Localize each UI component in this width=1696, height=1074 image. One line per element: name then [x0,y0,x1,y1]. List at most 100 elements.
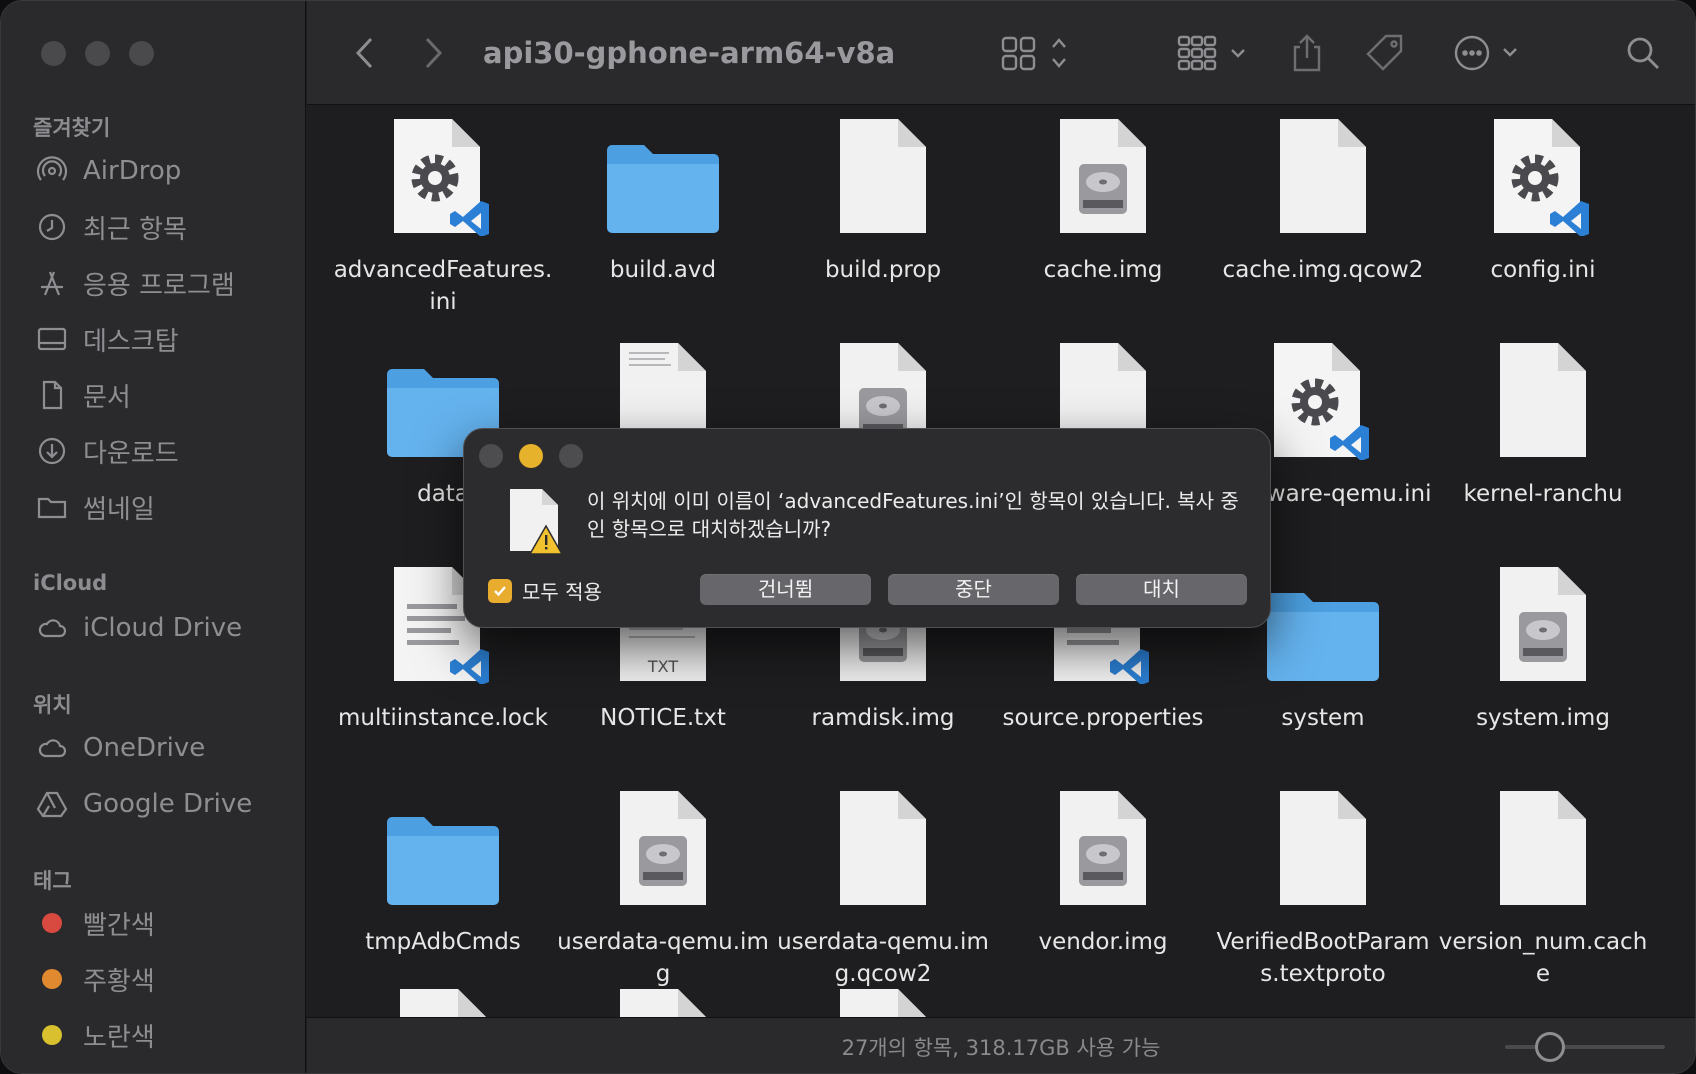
sidebar-item-recents[interactable]: 최근 항목 [35,207,187,247]
sidebar-item-label: 데스크탑 [83,326,179,357]
file-name: build.avd [609,257,717,283]
folder-item[interactable]: tmpAdbCmds [333,778,553,958]
file-item[interactable]: system.img [1433,554,1653,734]
download-icon [35,434,69,468]
file-item[interactable]: cache.img [993,106,1213,286]
file-disk-icon [993,778,1213,908]
slider-knob[interactable] [1535,1032,1565,1062]
file-blank-icon [773,106,993,236]
sidebar-item-desktop[interactable]: 데스크탑 [35,319,179,359]
sidebar-item-tag-orange[interactable]: 주황색 [35,959,155,999]
skip-button[interactable]: 건너뜀 [700,574,871,605]
sidebar-item-label: 주황색 [83,966,155,997]
dialog-minimize-button[interactable] [519,444,543,468]
tag-orange-dot [42,969,62,989]
file-item[interactable]: kernel-ranchu [1433,330,1653,510]
file-item[interactable]: advancedFeatures.ini [333,106,553,318]
sidebar-item-tag-red[interactable]: 빨간색 [35,903,155,943]
share-button[interactable] [1287,31,1327,75]
sidebar-item-airdrop[interactable]: AirDrop [35,151,181,191]
airdrop-icon [35,154,69,188]
replace-dialog: 이 위치에 이미 이름이 ‘advancedFeatures.ini’인 항목이… [463,428,1271,628]
sidebar-item-label: AirDrop [83,156,182,186]
file-settings-vscode-icon [1433,106,1653,236]
replace-button[interactable]: 대치 [1076,574,1247,605]
file-item[interactable]: cache.img.qcow2 [1213,106,1433,286]
file-item[interactable]: build.prop [773,106,993,286]
folder-icon [333,778,553,908]
file-item[interactable]: config.ini [1433,106,1653,286]
folder-icon [553,106,773,236]
icloud-header: iCloud [33,571,108,595]
file-item[interactable] [333,976,553,1017]
file-blank-icon [1213,778,1433,908]
forward-button[interactable] [415,31,451,75]
share-icon [1293,34,1321,72]
zoom-window-button[interactable] [129,41,154,66]
applications-icon [35,266,69,300]
sidebar-item-label: 문서 [83,382,131,413]
drive-icon [35,787,69,821]
file-name: config.ini [1490,257,1596,283]
sidebar-item-tag-yellow[interactable]: 노란색 [35,1015,155,1055]
sidebar-item-documents[interactable]: 문서 [35,375,131,415]
sidebar-item-label: 빨간색 [83,910,155,941]
file-blank-icon [1433,778,1653,908]
file-item[interactable]: version_num.cache [1433,778,1653,990]
group-by-button[interactable] [1177,31,1253,75]
dialog-message: 이 위치에 이미 이름이 ‘advancedFeatures.ini’인 항목이… [587,489,1239,541]
apply-all-checkbox[interactable]: 모두 적용 [488,576,602,605]
file-settings-vscode-icon [333,106,553,236]
file-name: vendor.img [1038,929,1168,955]
chevron-left-icon [355,37,373,69]
dialog-zoom-button[interactable] [559,444,583,468]
favorites-header: 즐겨찾기 [33,116,111,140]
sidebar-item-onedrive[interactable]: OneDrive [35,728,205,768]
file-blank-icon [553,976,773,1017]
folder-item[interactable]: build.avd [553,106,773,286]
sidebar-item-icloud-drive[interactable]: iCloud Drive [35,608,242,648]
sidebar-item-label: 노란색 [83,1022,155,1053]
file-blank-icon [333,976,553,1017]
file-name: build.prop [824,257,942,283]
sidebar-item-label: iCloud Drive [83,613,243,643]
file-item[interactable]: VerifiedBootParams.textproto [1213,778,1433,990]
document-icon [35,378,69,412]
file-item[interactable]: vendor.img [993,778,1213,958]
view-mode-button[interactable] [1001,31,1081,75]
file-name: system [1281,705,1365,731]
minimize-window-button[interactable] [85,41,110,66]
search-button[interactable] [1623,31,1663,75]
tag-button[interactable] [1365,31,1405,75]
grid-view-icon [1001,36,1066,71]
sidebar-item-applications[interactable]: 응용 프로그램 [35,263,235,303]
cloud-icon [35,731,69,765]
sidebar-item-thumbnails[interactable]: 썸네일 [35,487,155,527]
sidebar-item-downloads[interactable]: 다운로드 [35,431,179,471]
status-text: 27개의 항목, 318.17GB 사용 가능 [841,1036,1161,1060]
file-item[interactable]: userdata-qemu.img [553,778,773,990]
file-item[interactable] [553,976,773,1017]
file-name: ramdisk.img [811,705,955,731]
more-actions-button[interactable] [1453,31,1523,75]
sidebar-item-label: OneDrive [83,733,206,763]
icon-size-slider[interactable] [1505,1032,1665,1062]
file-blank-icon [1213,106,1433,236]
locations-header: 위치 [33,693,72,717]
sidebar-item-google-drive[interactable]: Google Drive [35,784,252,824]
dialog-close-button[interactable] [479,444,503,468]
file-item[interactable]: userdata-qemu.img.qcow2 [773,778,993,990]
file-name: NOTICE.txt [600,705,726,731]
finder-window: 즐겨찾기 AirDrop 최근 항목 응용 프로그램 데스크탑 문서 다운로드 … [0,0,1696,1074]
sidebar-item-label: 썸네일 [83,494,155,525]
close-window-button[interactable] [41,41,66,66]
stop-button[interactable]: 중단 [888,574,1059,605]
tags-header: 태그 [33,869,72,893]
back-button[interactable] [347,31,383,75]
checkbox-checked-icon[interactable] [488,578,512,603]
tag-icon [1366,34,1403,71]
file-blank-icon [1433,330,1653,460]
file-name: tmpAdbCmds [365,929,521,955]
file-disk-icon [1433,554,1653,684]
file-item[interactable] [773,976,993,1017]
